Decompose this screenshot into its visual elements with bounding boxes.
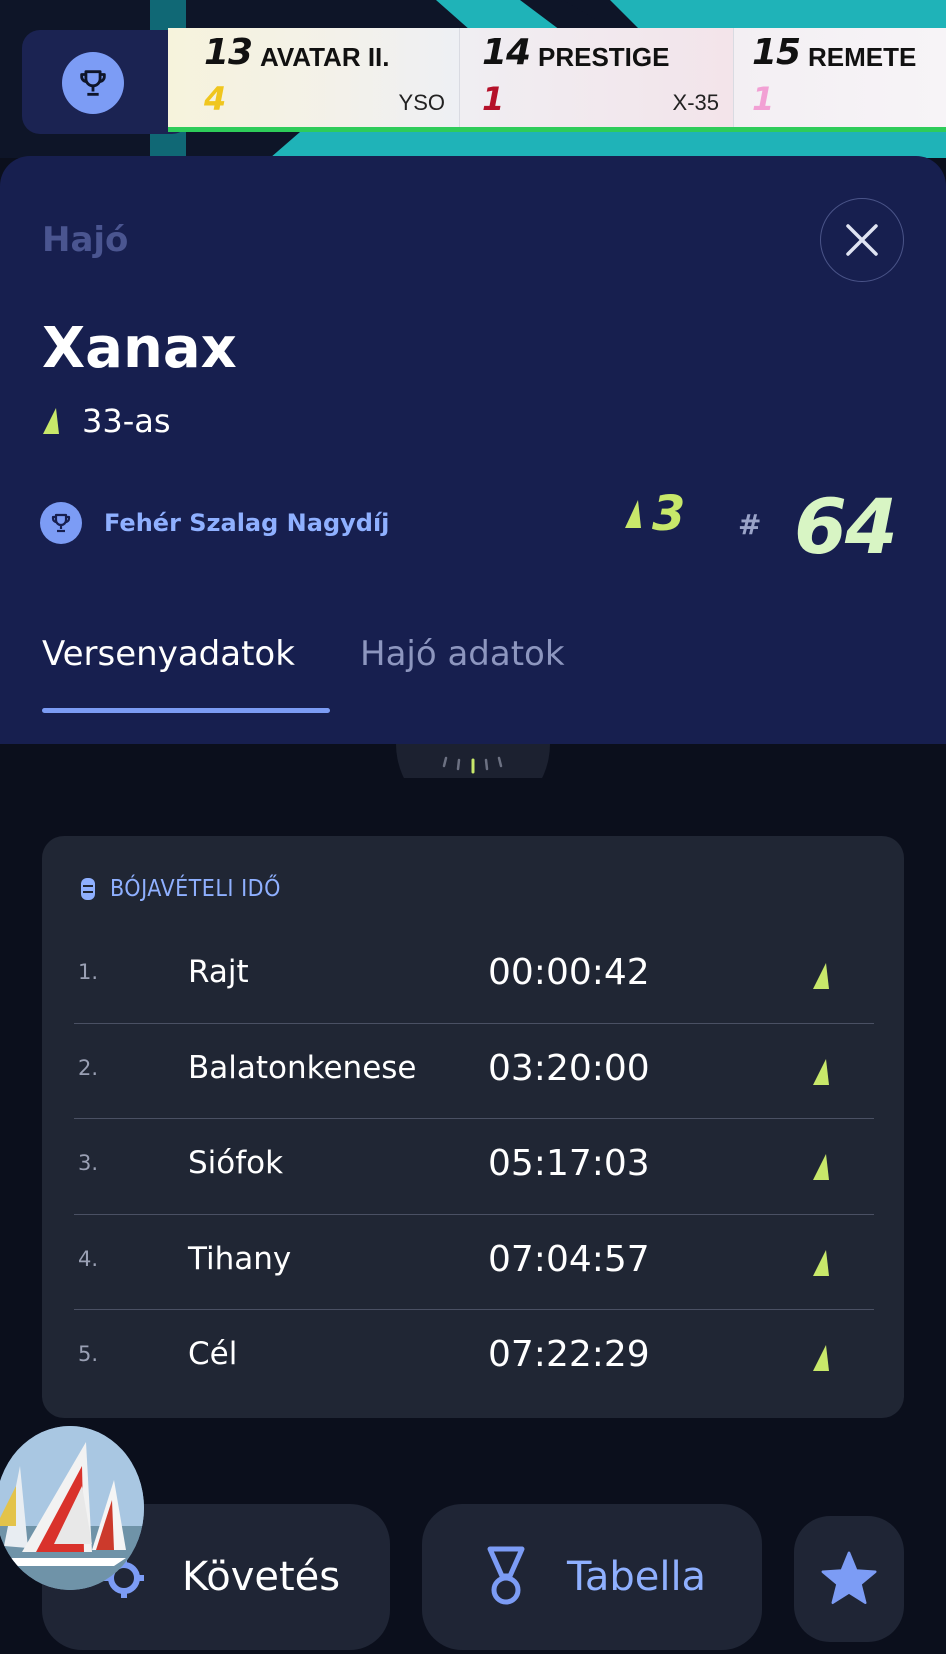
card-title: BÓJAVÉTELI IDŐ bbox=[110, 876, 281, 902]
mark-name: Balatonkenese bbox=[188, 1049, 417, 1086]
ticker-card[interactable]: 14 PRESTIGE 1 X-35 bbox=[460, 28, 734, 127]
hash-symbol: # bbox=[738, 508, 762, 541]
trophy-icon bbox=[40, 502, 82, 544]
ticker-class: YSO bbox=[398, 90, 445, 115]
boat-name: Xanax bbox=[42, 316, 237, 381]
ticker-card[interactable]: 15 REMETE 1 bbox=[734, 28, 946, 127]
sail-icon bbox=[813, 1154, 829, 1180]
results-ticker: 13 AVATAR II. 4 YSO 14 PRESTIGE 1 X-35 1… bbox=[168, 28, 946, 132]
rounding-time: 07:04:57 bbox=[488, 1238, 650, 1280]
list-item: 3. Siófok 05:17:03 bbox=[74, 1119, 874, 1215]
buoy-icon bbox=[81, 878, 95, 900]
ticker-number: 15 bbox=[752, 32, 801, 73]
trophy-button[interactable] bbox=[22, 30, 190, 134]
rounding-list: 1. Rajt 00:00:42 2. Balatonkenese 03:20:… bbox=[74, 928, 874, 1406]
boat-detail-panel: Hajó Xanax 33-as Fehér Szalag Nagydíj 3 … bbox=[0, 156, 946, 744]
ticker-number: 13 bbox=[204, 32, 253, 73]
sail-icon bbox=[813, 1058, 829, 1085]
row-index: 3. bbox=[78, 1151, 99, 1175]
sail-icon bbox=[625, 500, 641, 528]
follow-label: Követés bbox=[182, 1554, 341, 1600]
top-ticker-bar: 13 AVATAR II. 4 YSO 14 PRESTIGE 1 X-35 1… bbox=[0, 0, 946, 158]
boat-photo-avatar[interactable] bbox=[0, 1426, 144, 1590]
close-button[interactable] bbox=[820, 198, 904, 282]
race-name: Fehér Szalag Nagydíj bbox=[104, 509, 390, 537]
card-header: BÓJAVÉTELI IDŐ bbox=[80, 876, 281, 902]
ticker-card[interactable]: 13 AVATAR II. 4 YSO bbox=[168, 28, 460, 127]
ticker-rank: 1 bbox=[482, 80, 505, 118]
row-index: 2. bbox=[78, 1055, 99, 1080]
row-index: 4. bbox=[78, 1246, 99, 1271]
class-rank: 3 bbox=[624, 486, 685, 542]
list-item: 4. Tihany 07:04:57 bbox=[74, 1215, 874, 1310]
ticker-number: 14 bbox=[482, 32, 531, 73]
sail-icon bbox=[43, 408, 59, 434]
ticker-rank: 1 bbox=[752, 80, 775, 118]
active-tab-indicator bbox=[42, 708, 330, 713]
star-icon bbox=[821, 1551, 877, 1604]
rounding-time: 00:00:42 bbox=[488, 952, 650, 993]
rounding-time: 07:22:29 bbox=[488, 1334, 650, 1375]
mark-name: Siófok bbox=[188, 1145, 284, 1181]
sail-icon bbox=[813, 1249, 829, 1276]
tab-versenyadatok[interactable]: Versenyadatok bbox=[42, 634, 295, 674]
medal-icon bbox=[487, 1546, 525, 1605]
standings-button[interactable]: Tabella bbox=[422, 1504, 762, 1650]
sail-icon bbox=[813, 1345, 829, 1371]
trophy-icon bbox=[62, 52, 124, 114]
ticker-class: X-35 bbox=[672, 90, 719, 115]
close-icon bbox=[846, 224, 878, 256]
mark-name: Rajt bbox=[188, 954, 249, 990]
list-item: 1. Rajt 00:00:42 bbox=[74, 928, 874, 1024]
ticker-boat-name: AVATAR II. bbox=[260, 42, 390, 72]
row-index: 5. bbox=[78, 1342, 99, 1366]
race-link[interactable]: Fehér Szalag Nagydíj bbox=[40, 502, 389, 544]
class-rank-value: 3 bbox=[652, 486, 686, 542]
list-item: 5. Cél 07:22:29 bbox=[74, 1310, 874, 1406]
standings-label: Tabella bbox=[567, 1554, 707, 1600]
gauge-icon bbox=[396, 744, 550, 778]
rounding-time: 03:20:00 bbox=[488, 1047, 650, 1089]
mark-name: Cél bbox=[188, 1336, 238, 1372]
mark-name: Tihany bbox=[188, 1240, 292, 1277]
boat-class: 33-as bbox=[82, 402, 171, 440]
list-item: 2. Balatonkenese 03:20:00 bbox=[74, 1024, 874, 1119]
ticker-boat-name: PRESTIGE bbox=[538, 42, 670, 72]
favorite-button[interactable] bbox=[794, 1516, 904, 1642]
ticker-rank: 4 bbox=[204, 80, 227, 118]
panel-label: Hajó bbox=[42, 220, 129, 260]
ticker-boat-name: REMETE bbox=[808, 42, 917, 72]
boat-class-row: 33-as bbox=[42, 402, 171, 440]
tab-hajo-adatok[interactable]: Hajó adatok bbox=[360, 634, 565, 674]
overall-rank-number: 64 bbox=[794, 482, 898, 571]
row-index: 1. bbox=[78, 960, 99, 984]
sail-icon bbox=[813, 963, 829, 989]
rounding-time: 05:17:03 bbox=[488, 1143, 650, 1184]
rounding-times-card: BÓJAVÉTELI IDŐ 1. Rajt 00:00:42 2. Balat… bbox=[42, 836, 904, 1418]
